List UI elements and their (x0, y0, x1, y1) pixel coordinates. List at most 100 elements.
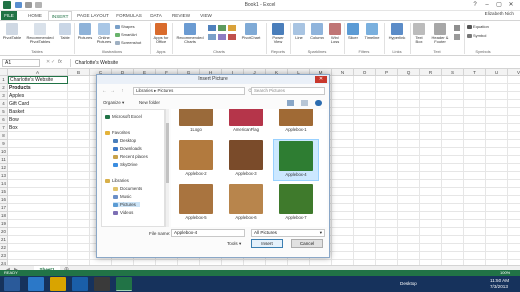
nav-item-downloads[interactable]: Downloads (113, 146, 142, 151)
row-header-16[interactable]: 16 (0, 196, 8, 204)
header-footer-button[interactable]: Header & Footer (428, 23, 452, 45)
area-chart-icon[interactable] (218, 34, 226, 40)
column-header-t[interactable]: T (464, 69, 486, 76)
line-chart-icon[interactable] (218, 25, 226, 31)
minimize-button[interactable]: – (482, 1, 492, 9)
row-header-20[interactable]: 20 (0, 228, 8, 236)
nav-item-music[interactable]: Music (113, 194, 131, 199)
shapes-button[interactable]: Shapes (115, 24, 135, 29)
tab-file[interactable]: FILE (1, 11, 17, 20)
nav-item-documents[interactable]: Documents (113, 186, 142, 191)
close-button[interactable]: ✕ (506, 1, 516, 9)
desktop-toolbar[interactable]: Desktop (400, 281, 417, 286)
file-1logo[interactable]: 1Logo (173, 109, 219, 137)
nav-item-microsoft-excel[interactable]: Microsoft Excel (105, 114, 142, 119)
column-header-b[interactable]: B (68, 69, 90, 76)
column-header-o[interactable]: O (354, 69, 376, 76)
column-header-u[interactable]: U (486, 69, 508, 76)
new-folder-button[interactable]: New folder (139, 99, 160, 107)
cell-a7[interactable]: Box (9, 125, 18, 131)
file-applebox-7[interactable]: Applebox-7 (273, 183, 319, 225)
cell-a1[interactable]: Charlotte's Website (10, 77, 53, 83)
row-header-8[interactable]: 8 (0, 132, 8, 140)
row-header-7[interactable]: 7 (0, 124, 8, 132)
column-header-n[interactable]: N (332, 69, 354, 76)
help-icon[interactable]: ? (470, 1, 480, 9)
timeline-button[interactable]: Timeline (362, 23, 382, 40)
row-header-21[interactable]: 21 (0, 236, 8, 244)
text-box-button[interactable]: Text Box (412, 23, 426, 45)
nav-scrollbar[interactable] (165, 109, 169, 227)
row-header-9[interactable]: 9 (0, 140, 8, 148)
insert-function-button[interactable]: fx (58, 59, 62, 65)
clock-time[interactable]: 11:50 AM (490, 278, 509, 283)
row-header-2[interactable]: 2 (0, 84, 8, 92)
formula-input[interactable]: Charlotte's Website (70, 59, 516, 67)
row-header-4[interactable]: 4 (0, 100, 8, 108)
insert-button[interactable]: Insert (251, 239, 283, 248)
tab-view[interactable]: VIEW (196, 11, 216, 20)
row-header-15[interactable]: 15 (0, 188, 8, 196)
power-view-button[interactable]: Power View (268, 23, 288, 45)
row-header-13[interactable]: 13 (0, 172, 8, 180)
file-americanflag[interactable]: AmericanFlag (223, 109, 269, 137)
slicer-button[interactable]: Slicer (346, 23, 360, 40)
row-header-14[interactable]: 14 (0, 180, 8, 188)
row-header-3[interactable]: 3 (0, 92, 8, 100)
column-header-p[interactable]: P (376, 69, 398, 76)
sparkline-winloss-button[interactable]: Win/ Loss (328, 23, 342, 45)
file-type-select[interactable]: All Pictures ▾ (251, 229, 325, 237)
pie-chart-icon[interactable] (228, 25, 236, 31)
row-header-5[interactable]: 5 (0, 108, 8, 116)
symbol-button[interactable]: Symbol (467, 33, 486, 38)
equation-button[interactable]: Equation (467, 24, 489, 29)
nav-item-libraries[interactable]: Libraries (105, 178, 129, 183)
file-applebox-1[interactable]: Applebox-1 (273, 109, 319, 137)
row-header-22[interactable]: 22 (0, 244, 8, 252)
wordart-icon[interactable] (454, 25, 460, 31)
tab-data[interactable]: DATA (146, 11, 166, 20)
row-header-18[interactable]: 18 (0, 212, 8, 220)
column-header-s[interactable]: S (442, 69, 464, 76)
cell-a3[interactable]: Apples (9, 93, 24, 99)
file-name-input[interactable]: Applebox-4 (171, 229, 245, 237)
column-header-a[interactable]: A (8, 69, 68, 76)
excel-taskbar-icon[interactable] (116, 277, 132, 291)
apps-for-office-button[interactable]: Apps for Office (152, 23, 170, 45)
file-applebox-6[interactable]: Applebox-6 (223, 183, 269, 225)
file-applebox-4[interactable]: Applebox-4 (273, 139, 319, 181)
nav-item-recent-places[interactable]: Recent places (113, 154, 148, 159)
cancel-button[interactable]: Cancel (291, 239, 323, 248)
address-bar[interactable]: Libraries ▸ Pictures (133, 87, 245, 95)
up-icon[interactable]: ↑ (119, 87, 126, 95)
help-icon[interactable] (315, 100, 322, 106)
recommended-charts-button[interactable]: Recommended Charts (176, 23, 204, 45)
breadcrumb-pictures[interactable]: Pictures (158, 88, 174, 93)
tab-review[interactable]: REVIEW (168, 11, 194, 20)
tools-menu[interactable]: Tools ▾ (227, 241, 241, 247)
nav-item-videos[interactable]: Videos (113, 210, 133, 215)
search-input[interactable]: Search Pictures (251, 87, 325, 95)
pivotchart-button[interactable]: PivotChart (240, 23, 262, 40)
dialog-close-button[interactable]: ✕ (315, 76, 327, 83)
cell-a5[interactable]: Basket (9, 109, 24, 115)
nav-item-favorites[interactable]: Favorites (105, 130, 130, 135)
preview-pane-icon[interactable] (301, 100, 308, 106)
recommended-pivottables-button[interactable]: Recommended PivotTables (24, 23, 56, 45)
tab-insert[interactable]: INSERT (48, 11, 72, 20)
pictures-button[interactable]: Pictures (76, 23, 94, 40)
cell-a6[interactable]: Bow (9, 117, 19, 123)
column-header-q[interactable]: Q (398, 69, 420, 76)
row-header-23[interactable]: 23 (0, 252, 8, 260)
hyperlink-button[interactable]: Hyperlink (386, 23, 408, 40)
screenshot-button[interactable]: Screenshot (115, 40, 141, 45)
file-explorer-icon[interactable] (50, 277, 66, 291)
column-chart-icon[interactable] (208, 25, 216, 31)
column-header-v[interactable]: V (508, 69, 520, 76)
app-icon[interactable] (94, 277, 110, 291)
row-header-11[interactable]: 11 (0, 156, 8, 164)
row-header-19[interactable]: 19 (0, 220, 8, 228)
row-header-10[interactable]: 10 (0, 148, 8, 156)
scrollbar-thumb[interactable] (166, 123, 169, 183)
organize-button[interactable]: Organize ▾ (103, 99, 124, 107)
